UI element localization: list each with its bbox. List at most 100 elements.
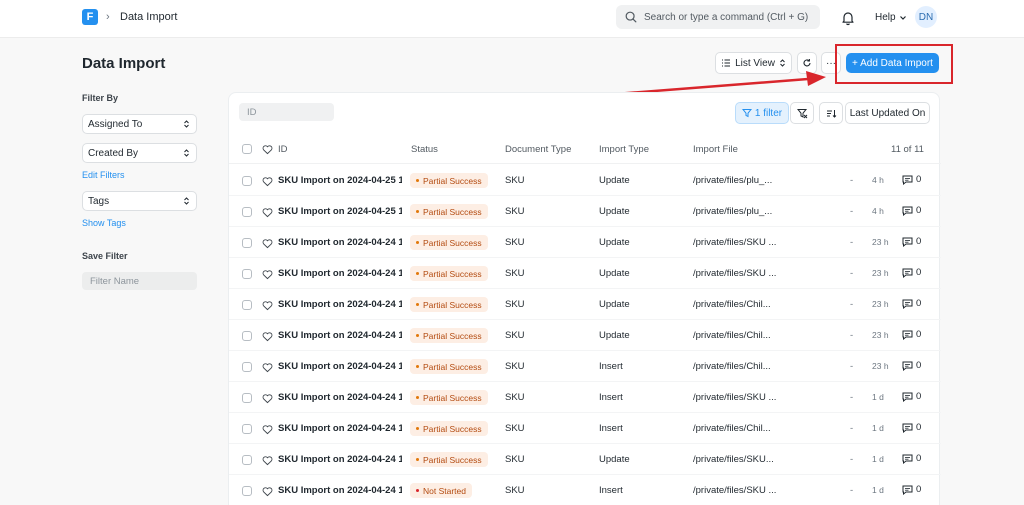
select-all-checkbox[interactable] bbox=[242, 144, 252, 154]
row-checkbox[interactable] bbox=[242, 393, 252, 403]
row-checkbox[interactable] bbox=[242, 269, 252, 279]
row-dash: - bbox=[850, 299, 854, 310]
table-row[interactable]: SKU Import on 2024-04-24 1 Not Started S… bbox=[229, 475, 941, 505]
filter-button[interactable]: 1 filter bbox=[735, 102, 789, 124]
clear-filter-button[interactable] bbox=[790, 102, 814, 124]
heart-icon[interactable] bbox=[262, 176, 273, 187]
chevron-right-icon: › bbox=[106, 11, 110, 23]
status-badge: Not Started bbox=[410, 483, 472, 498]
status-badge: Partial Success bbox=[410, 173, 488, 188]
heart-icon[interactable] bbox=[262, 269, 273, 280]
bell-icon[interactable] bbox=[840, 10, 856, 26]
table-row[interactable]: SKU Import on 2024-04-24 1 Partial Succe… bbox=[229, 227, 941, 258]
save-filter-heading: Save Filter bbox=[82, 251, 128, 261]
status-label: Partial Success bbox=[423, 299, 482, 310]
sort-order-button[interactable] bbox=[819, 102, 843, 124]
row-comments[interactable]: 0 bbox=[902, 267, 921, 278]
row-dash: - bbox=[850, 454, 854, 465]
heart-icon[interactable] bbox=[262, 393, 273, 404]
column-document-type[interactable]: Document Type bbox=[505, 144, 571, 155]
row-id[interactable]: SKU Import on 2024-04-25 1 bbox=[278, 175, 402, 186]
heart-icon[interactable] bbox=[262, 424, 273, 435]
refresh-button[interactable] bbox=[797, 52, 817, 74]
select-arrows-icon bbox=[780, 59, 785, 67]
column-status[interactable]: Status bbox=[411, 144, 438, 155]
status-label: Partial Success bbox=[423, 423, 482, 434]
row-id[interactable]: SKU Import on 2024-04-25 1 bbox=[278, 206, 402, 217]
row-checkbox[interactable] bbox=[242, 362, 252, 372]
row-comments[interactable]: 0 bbox=[902, 484, 921, 495]
app-logo[interactable]: F bbox=[82, 9, 98, 25]
row-id[interactable]: SKU Import on 2024-04-24 1 bbox=[278, 299, 402, 310]
comment-icon bbox=[902, 175, 913, 185]
assigned-to-select[interactable]: Assigned To bbox=[82, 114, 197, 134]
heart-icon[interactable] bbox=[262, 455, 273, 466]
heart-icon[interactable] bbox=[262, 331, 273, 342]
row-checkbox[interactable] bbox=[242, 455, 252, 465]
row-comments[interactable]: 0 bbox=[902, 453, 921, 464]
row-id[interactable]: SKU Import on 2024-04-24 1 bbox=[278, 392, 402, 403]
heart-icon[interactable] bbox=[262, 144, 273, 155]
row-id[interactable]: SKU Import on 2024-04-24 1 bbox=[278, 454, 402, 465]
created-by-select[interactable]: Created By bbox=[82, 143, 197, 163]
row-checkbox[interactable] bbox=[242, 176, 252, 186]
heart-icon[interactable] bbox=[262, 207, 273, 218]
table-row[interactable]: SKU Import on 2024-04-25 1 Partial Succe… bbox=[229, 165, 941, 196]
row-id[interactable]: SKU Import on 2024-04-24 1 bbox=[278, 361, 402, 372]
row-comments[interactable]: 0 bbox=[902, 205, 921, 216]
search-input[interactable]: Search or type a command (Ctrl + G) bbox=[616, 5, 820, 29]
table-row[interactable]: SKU Import on 2024-04-24 1 Partial Succe… bbox=[229, 382, 941, 413]
row-import-file: /private/files/Chil... bbox=[693, 330, 771, 341]
tags-select[interactable]: Tags bbox=[82, 191, 197, 211]
help-dropdown[interactable]: Help bbox=[875, 12, 907, 23]
list-view-switcher[interactable]: List View bbox=[715, 52, 792, 74]
heart-icon[interactable] bbox=[262, 486, 273, 497]
column-import-file[interactable]: Import File bbox=[693, 144, 738, 155]
table-row[interactable]: SKU Import on 2024-04-24 1 Partial Succe… bbox=[229, 351, 941, 382]
row-comments[interactable]: 0 bbox=[902, 329, 921, 340]
row-checkbox[interactable] bbox=[242, 486, 252, 496]
row-comments[interactable]: 0 bbox=[902, 236, 921, 247]
table-row[interactable]: SKU Import on 2024-04-24 1 Partial Succe… bbox=[229, 258, 941, 289]
row-id[interactable]: SKU Import on 2024-04-24 1 bbox=[278, 423, 402, 434]
row-document-type: SKU bbox=[505, 237, 525, 248]
heart-icon[interactable] bbox=[262, 362, 273, 373]
breadcrumb-data-import[interactable]: Data Import bbox=[120, 11, 177, 23]
status-dot-icon bbox=[416, 303, 419, 306]
table-row[interactable]: SKU Import on 2024-04-25 1 Partial Succe… bbox=[229, 196, 941, 227]
row-id[interactable]: SKU Import on 2024-04-24 1 bbox=[278, 268, 402, 279]
status-dot-icon bbox=[416, 489, 419, 492]
row-checkbox[interactable] bbox=[242, 331, 252, 341]
row-checkbox[interactable] bbox=[242, 424, 252, 434]
comment-icon bbox=[902, 237, 913, 247]
table-row[interactable]: SKU Import on 2024-04-24 1 Partial Succe… bbox=[229, 320, 941, 351]
row-id[interactable]: SKU Import on 2024-04-24 1 bbox=[278, 330, 402, 341]
row-comments[interactable]: 0 bbox=[902, 360, 921, 371]
comment-icon bbox=[902, 454, 913, 464]
row-id[interactable]: SKU Import on 2024-04-24 1 bbox=[278, 485, 402, 496]
row-id[interactable]: SKU Import on 2024-04-24 1 bbox=[278, 237, 402, 248]
id-filter-input[interactable]: ID bbox=[239, 103, 334, 121]
row-checkbox[interactable] bbox=[242, 238, 252, 248]
show-tags-link[interactable]: Show Tags bbox=[82, 218, 126, 228]
heart-icon[interactable] bbox=[262, 238, 273, 249]
row-comments[interactable]: 0 bbox=[902, 298, 921, 309]
row-checkbox[interactable] bbox=[242, 207, 252, 217]
sort-by-button[interactable]: Last Updated On bbox=[845, 102, 930, 124]
row-comments[interactable]: 0 bbox=[902, 422, 921, 433]
heart-icon[interactable] bbox=[262, 300, 273, 311]
filter-name-input[interactable]: Filter Name bbox=[82, 272, 197, 290]
column-import-type[interactable]: Import Type bbox=[599, 144, 649, 155]
row-checkbox[interactable] bbox=[242, 300, 252, 310]
column-id[interactable]: ID bbox=[278, 144, 288, 155]
edit-filters-link[interactable]: Edit Filters bbox=[82, 170, 125, 180]
table-row[interactable]: SKU Import on 2024-04-24 1 Partial Succe… bbox=[229, 289, 941, 320]
table-row[interactable]: SKU Import on 2024-04-24 1 Partial Succe… bbox=[229, 413, 941, 444]
row-comments[interactable]: 0 bbox=[902, 174, 921, 185]
row-comments[interactable]: 0 bbox=[902, 391, 921, 402]
table-row[interactable]: SKU Import on 2024-04-24 1 Partial Succe… bbox=[229, 444, 941, 475]
avatar[interactable]: DN bbox=[915, 6, 937, 28]
sort-icon bbox=[826, 109, 836, 118]
row-import-file: /private/files/SKU ... bbox=[693, 392, 777, 403]
status-label: Partial Success bbox=[423, 330, 482, 341]
